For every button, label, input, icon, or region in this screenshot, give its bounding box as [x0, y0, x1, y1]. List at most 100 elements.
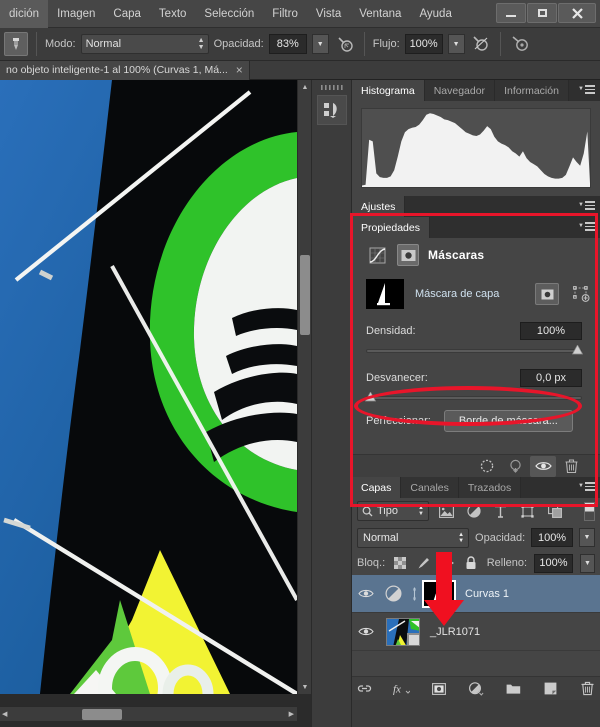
delete-mask-button[interactable] — [558, 456, 584, 477]
tablet-pressure-button[interactable] — [470, 33, 492, 55]
filter-smart-object-icon — [547, 504, 562, 518]
menu-item-ayuda[interactable]: Ayuda — [410, 0, 460, 28]
menu-item-capa[interactable]: Capa — [104, 0, 150, 28]
tab-canales[interactable]: Canales — [401, 477, 459, 498]
load-selection-button[interactable] — [474, 456, 500, 477]
scroll-left-arrow-icon[interactable]: ◀ — [2, 710, 7, 718]
density-slider-knob[interactable] — [571, 344, 584, 355]
table-row[interactable]: _JLR1071 — [352, 613, 600, 651]
layer-mask-thumbnail[interactable] — [366, 279, 404, 309]
add-layer-mask-button[interactable] — [427, 678, 451, 699]
layer-visibility-toggle[interactable] — [352, 626, 380, 637]
tab-capas[interactable]: Capas — [352, 477, 402, 498]
vertical-scroll-thumb[interactable] — [300, 255, 310, 335]
menu-item-filtro[interactable]: Filtro — [263, 0, 307, 28]
adjustments-panel-menu-button[interactable]: ▼ — [578, 201, 595, 210]
tab-histograma[interactable]: Histograma — [352, 80, 425, 101]
airbrush-toggle-button[interactable] — [334, 33, 356, 55]
new-layer-button[interactable] — [538, 678, 562, 699]
layers-panel-menu-button[interactable]: ▼ — [578, 482, 595, 491]
toggle-mask-visibility-button[interactable] — [530, 455, 556, 477]
image-canvas[interactable] — [0, 80, 297, 694]
airbrush-alt-button[interactable] — [509, 33, 531, 55]
layer-mask-thumbnail[interactable] — [422, 579, 456, 608]
pixel-mask-button[interactable] — [535, 283, 559, 305]
opacity-dropdown-button[interactable]: ▼ — [311, 34, 329, 54]
lock-transparency-button[interactable] — [392, 554, 409, 573]
layers-empty-space — [352, 651, 600, 676]
chevron-down-icon: ▼ — [316, 40, 324, 48]
tab-informacion[interactable]: Información — [495, 80, 569, 101]
menu-item-vista[interactable]: Vista — [307, 0, 350, 28]
link-mask-toggle[interactable] — [406, 586, 422, 601]
filter-enable-toggle[interactable] — [584, 501, 595, 521]
scroll-right-arrow-icon[interactable]: ▶ — [289, 710, 294, 718]
layer-blend-mode-select[interactable]: Normal ▲ ▼ — [357, 527, 470, 548]
properties-panel-menu-button[interactable]: ▼ — [578, 222, 595, 231]
layer-visibility-toggle[interactable] — [352, 588, 380, 599]
menu-item-edicion[interactable]: dición — [0, 0, 49, 28]
close-icon[interactable]: × — [236, 63, 243, 77]
feather-slider-knob[interactable] — [364, 391, 377, 402]
close-button[interactable] — [558, 3, 596, 23]
layer-opacity-input[interactable]: 100% — [531, 528, 573, 547]
history-actions-button[interactable] — [316, 95, 347, 125]
tab-trazados[interactable]: Trazados — [458, 477, 522, 498]
scroll-down-arrow-icon[interactable]: ▼ — [298, 680, 312, 694]
flow-dropdown-button[interactable]: ▼ — [447, 34, 465, 54]
table-row[interactable]: Curvas 1 — [352, 575, 600, 613]
tab-propiedades[interactable]: Propiedades — [352, 217, 430, 238]
layer-styles-button[interactable]: fx — [389, 678, 413, 699]
dock-grip[interactable] — [319, 82, 345, 90]
lock-position-button[interactable] — [439, 554, 456, 573]
menu-item-imagen[interactable]: Imagen — [48, 0, 104, 28]
menu-item-texto[interactable]: Texto — [150, 0, 196, 28]
density-input[interactable]: 100% — [520, 322, 582, 340]
filter-shape-layers-button[interactable] — [518, 502, 537, 521]
feather-slider[interactable] — [364, 391, 582, 402]
lock-all-button[interactable] — [463, 554, 480, 573]
canvas-vertical-scrollbar[interactable]: ▲ ▼ — [297, 80, 311, 694]
pixel-mask-icon — [401, 249, 415, 261]
apply-mask-button[interactable] — [502, 456, 528, 477]
canvas-horizontal-scrollbar[interactable]: ◀ ▶ — [0, 706, 297, 721]
layer-opacity-dropdown-button[interactable]: ▼ — [578, 528, 595, 547]
tab-navegador[interactable]: Navegador — [424, 80, 496, 101]
tab-ajustes[interactable]: Ajustes — [352, 196, 406, 217]
document-tab[interactable]: no objeto inteligente-1 al 100% (Curvas … — [0, 60, 250, 80]
filter-pixel-layers-button[interactable] — [437, 502, 456, 521]
maximize-button[interactable] — [527, 3, 557, 23]
layer-fill-dropdown-button[interactable]: ▼ — [579, 553, 595, 573]
feather-input[interactable]: 0,0 px — [520, 369, 582, 387]
layer-fill-input[interactable]: 100% — [534, 553, 573, 573]
vector-mask-button[interactable] — [570, 284, 592, 304]
minimize-button[interactable] — [496, 3, 526, 23]
flow-input[interactable]: 100% — [404, 34, 443, 54]
menu-item-seleccion[interactable]: Selección — [195, 0, 263, 28]
refine-row: Perfeccionar: Borde de máscara... — [352, 400, 600, 432]
curves-adjustment-thumbnail[interactable] — [380, 585, 406, 602]
pixel-mask-button[interactable] — [397, 244, 419, 266]
close-icon — [571, 7, 583, 19]
filter-smart-object-button[interactable] — [545, 502, 564, 521]
photo-layer-thumbnail[interactable] — [386, 617, 420, 646]
opacity-input[interactable]: 83% — [268, 34, 307, 54]
filter-adjustment-layers-button[interactable] — [464, 502, 483, 521]
histogram-panel-menu-button[interactable]: ▼ — [578, 85, 595, 94]
filter-type-layers-button[interactable] — [491, 502, 510, 521]
scroll-up-arrow-icon[interactable]: ▲ — [298, 80, 312, 94]
horizontal-scroll-thumb[interactable] — [82, 709, 122, 720]
density-slider[interactable] — [366, 344, 584, 355]
blend-mode-select[interactable]: Normal ▲ ▼ — [80, 34, 209, 54]
active-tool-button[interactable] — [4, 32, 28, 56]
curves-adjustment-button[interactable] — [366, 244, 388, 266]
new-group-button[interactable] — [501, 678, 525, 699]
blend-mode-value: Normal — [85, 38, 122, 50]
menu-item-ventana[interactable]: Ventana — [350, 0, 410, 28]
mask-edge-button[interactable]: Borde de máscara... — [443, 410, 573, 432]
link-layers-button[interactable] — [352, 678, 376, 699]
delete-layer-button[interactable] — [576, 678, 600, 699]
lock-image-button[interactable] — [416, 554, 433, 573]
new-adjustment-layer-button[interactable] — [464, 678, 488, 699]
filter-type-select[interactable]: Tipo ▲ ▼ — [357, 501, 429, 521]
